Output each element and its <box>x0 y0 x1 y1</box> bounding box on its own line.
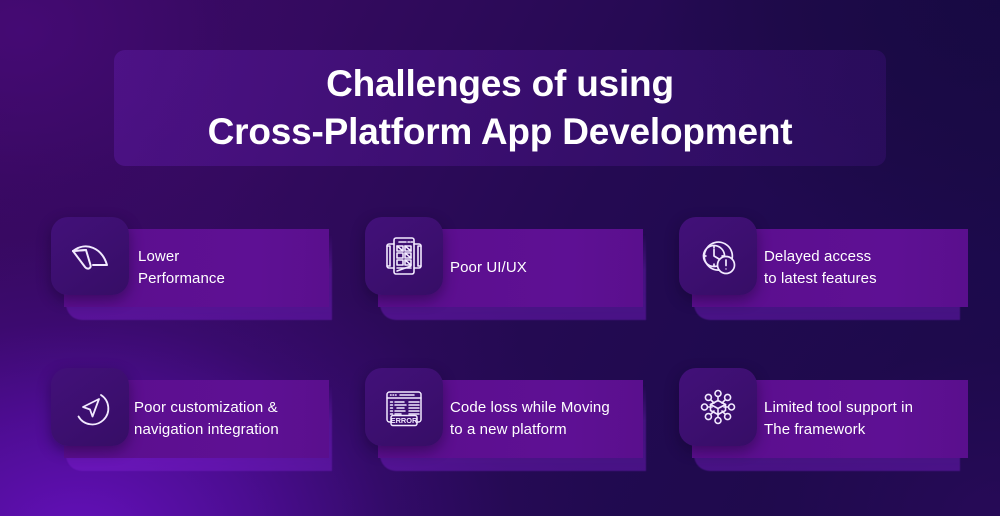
challenge-card[interactable]: Limited tool support in The framework <box>674 363 974 483</box>
card-label-line-1: Poor customization & <box>134 399 278 416</box>
card-label: Code loss while Moving to a new platform <box>450 380 650 458</box>
card-label-line-2: to a new platform <box>450 421 567 438</box>
network-nodes-cube-icon <box>700 389 736 425</box>
code-error-window-icon: ERROR <box>386 391 422 427</box>
card-icon-tile <box>51 217 129 295</box>
card-label-line-1: Delayed access <box>764 248 872 265</box>
card-label-line-2: to latest features <box>764 270 877 287</box>
card-label: Poor UI/UX <box>450 229 650 307</box>
card-label-line-2: The framework <box>764 421 866 438</box>
card-icon-tile: ERROR <box>365 368 443 446</box>
card-label: Limited tool support in The framework <box>764 380 964 458</box>
challenge-card[interactable]: Poor UI/UX <box>360 212 660 332</box>
card-label: Lower Performance <box>138 229 338 307</box>
challenge-card[interactable]: Lower Performance <box>46 212 346 332</box>
clock-alert-icon <box>702 241 736 275</box>
card-label-line-2: navigation integration <box>134 421 279 438</box>
card-label-line-1: Poor UI/UX <box>450 259 527 276</box>
challenge-card-grid: Lower Performance Poor UI/UX Delayed acc… <box>0 0 1000 516</box>
card-label: Delayed access to latest features <box>764 229 964 307</box>
card-icon-tile <box>679 368 757 446</box>
speedometer-icon <box>72 245 108 270</box>
card-label-line-1: Limited tool support in <box>764 399 914 416</box>
challenge-card[interactable]: Poor customization & navigation integrat… <box>46 363 346 483</box>
card-icon-tile <box>51 368 129 446</box>
navigation-arrow-icon <box>77 394 110 426</box>
wireframe-layout-icon <box>386 237 422 275</box>
challenge-card[interactable]: ERROR Code loss while Moving to a new pl… <box>360 363 660 483</box>
challenge-card[interactable]: Delayed access to latest features <box>674 212 974 332</box>
card-label-line-1: Code loss while Moving <box>450 399 610 416</box>
card-icon-tile <box>679 217 757 295</box>
card-label-line-1: Lower <box>138 248 180 265</box>
card-icon-tile <box>365 217 443 295</box>
card-label-line-2: Performance <box>138 270 225 287</box>
error-badge-text: ERROR <box>391 416 418 425</box>
card-label: Poor customization & navigation integrat… <box>134 380 334 458</box>
